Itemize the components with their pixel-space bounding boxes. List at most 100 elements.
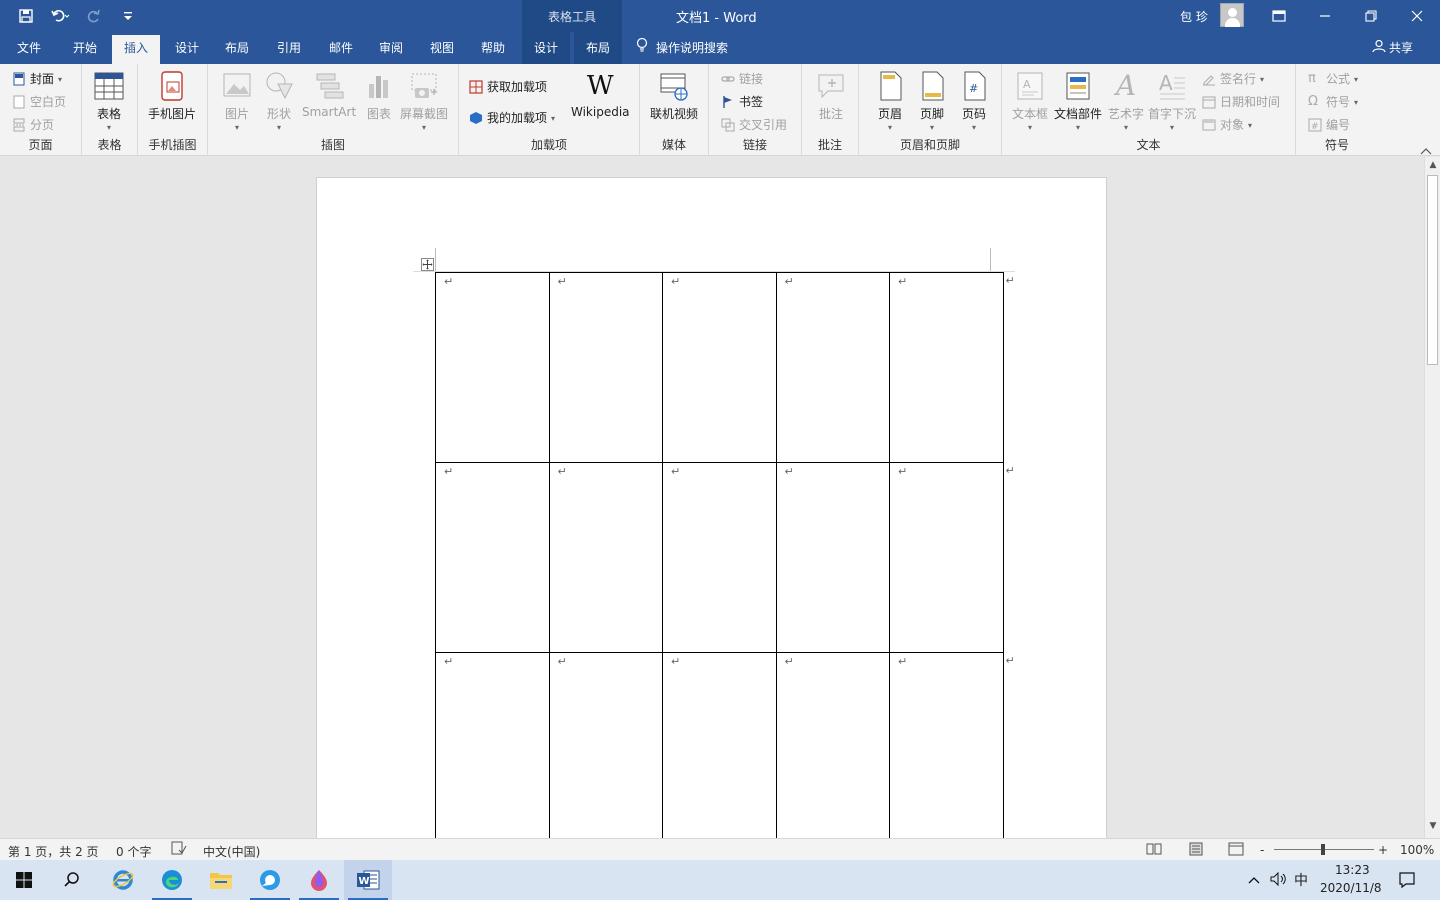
redo-icon[interactable]: [80, 4, 108, 28]
browser-app-button[interactable]: [246, 860, 294, 900]
cross-reference-button[interactable]: 交叉引用: [721, 116, 787, 133]
chart-button[interactable]: 图表: [364, 70, 394, 122]
tab-insert[interactable]: 插入: [112, 35, 160, 64]
number-button[interactable]: # 编号: [1308, 116, 1350, 133]
zoom-level[interactable]: 100%: [1400, 843, 1434, 857]
ie-browser-button[interactable]: [99, 860, 147, 900]
document-page[interactable]: ↵ ↵ ↵ ↵ ↵ ↵ ↵ ↵ ↵ ↵ ↵ ↵ ↵ ↵ ↵ ↵ ↵ ↵: [316, 177, 1107, 838]
equation-button[interactable]: π 公式 ▾: [1308, 70, 1358, 87]
table-cell[interactable]: ↵: [435, 462, 550, 653]
web-layout-icon[interactable]: [1228, 842, 1244, 859]
word-taskbar-button[interactable]: W: [344, 860, 392, 900]
picture-button[interactable]: 图片 ▾: [222, 70, 252, 132]
drop-cap-button[interactable]: A 首字下沉 ▾: [1148, 70, 1196, 132]
print-layout-icon[interactable]: [1188, 842, 1204, 859]
page-count[interactable]: 第 1 页，共 2 页: [8, 843, 99, 860]
new-comment-button[interactable]: 批注: [816, 70, 846, 122]
smartart-button[interactable]: SmartArt: [302, 70, 356, 119]
table-cell[interactable]: ↵: [889, 462, 1004, 653]
zoom-in-button[interactable]: +: [1378, 843, 1388, 857]
table-cell[interactable]: ↵: [548, 462, 663, 653]
symbol-button[interactable]: Ω 符号 ▾: [1308, 93, 1358, 110]
insert-table-button[interactable]: 表格 ▾: [94, 70, 124, 132]
table-cell[interactable]: ↵: [889, 272, 1004, 463]
table-cell[interactable]: ↵: [548, 652, 663, 838]
table-cell[interactable]: ↵: [889, 652, 1004, 838]
document-table[interactable]: ↵ ↵ ↵ ↵ ↵ ↵ ↵ ↵ ↵ ↵ ↵ ↵ ↵ ↵ ↵ ↵ ↵ ↵: [435, 272, 1015, 838]
table-cell[interactable]: ↵: [662, 272, 777, 463]
word-count[interactable]: 0 个字: [116, 843, 151, 860]
table-cell[interactable]: ↵: [662, 462, 777, 653]
bookmark-button[interactable]: 书签: [721, 93, 763, 110]
my-addins-button[interactable]: 我的加载项 ▾: [469, 109, 555, 126]
tab-home[interactable]: 开始: [62, 32, 108, 64]
wordart-button[interactable]: A 艺术字 ▾: [1108, 70, 1144, 133]
close-icon[interactable]: [1394, 0, 1440, 32]
header-button[interactable]: 页眉 ▾: [875, 70, 905, 132]
tab-review[interactable]: 审阅: [368, 32, 414, 64]
tab-references[interactable]: 引用: [266, 32, 312, 64]
text-box-button[interactable]: A 文本框 ▾: [1012, 70, 1048, 132]
taskbar-search-button[interactable]: [48, 860, 96, 900]
minimize-icon[interactable]: [1302, 0, 1348, 32]
tell-me-search[interactable]: 操作说明搜索: [636, 32, 728, 64]
file-explorer-button[interactable]: [197, 860, 245, 900]
screenshot-button[interactable]: 屏幕截图 ▾: [400, 70, 448, 132]
quick-parts-button[interactable]: 文档部件 ▾: [1054, 70, 1102, 132]
table-cell[interactable]: ↵: [662, 652, 777, 838]
user-name[interactable]: 包 珍: [1180, 8, 1208, 25]
read-mode-icon[interactable]: [1146, 842, 1162, 859]
volume-icon[interactable]: [1270, 871, 1288, 887]
table-cell[interactable]: ↵: [775, 462, 890, 653]
tab-view[interactable]: 视图: [419, 32, 465, 64]
footer-button[interactable]: 页脚 ▾: [917, 70, 947, 132]
color-app-button[interactable]: [295, 860, 343, 900]
document-canvas[interactable]: ↵ ↵ ↵ ↵ ↵ ↵ ↵ ↵ ↵ ↵ ↵ ↵ ↵ ↵ ↵ ↵ ↵ ↵: [0, 157, 1424, 838]
link-button[interactable]: 链接: [721, 70, 763, 87]
tab-table-layout[interactable]: 布局: [574, 32, 622, 64]
online-video-button[interactable]: 联机视频: [650, 70, 698, 122]
share-button[interactable]: 共享: [1372, 32, 1413, 64]
tab-help[interactable]: 帮助: [470, 32, 516, 64]
signature-line-button[interactable]: 签名行 ▾: [1202, 70, 1264, 87]
table-cell[interactable]: ↵: [775, 652, 890, 838]
collapse-ribbon-icon[interactable]: [1420, 144, 1434, 155]
date-time-button[interactable]: 日期和时间: [1202, 93, 1280, 110]
tab-design[interactable]: 设计: [164, 32, 210, 64]
tab-table-design[interactable]: 设计: [522, 32, 570, 64]
language-indicator[interactable]: 中文(中国): [203, 843, 260, 860]
save-icon[interactable]: [12, 4, 40, 28]
show-hidden-icons[interactable]: [1248, 873, 1262, 885]
scroll-up-icon[interactable]: ▲: [1425, 160, 1440, 174]
edge-browser-button[interactable]: [148, 860, 196, 900]
customize-qat-icon[interactable]: [114, 4, 142, 28]
object-button[interactable]: 对象 ▾: [1202, 116, 1252, 133]
page-number-button[interactable]: # 页码 ▾: [959, 70, 989, 132]
scrollbar-thumb[interactable]: [1427, 175, 1438, 365]
get-addins-button[interactable]: 获取加载项: [469, 78, 547, 95]
restore-icon[interactable]: [1348, 0, 1394, 32]
ime-indicator[interactable]: 中: [1294, 870, 1308, 890]
cover-page-button[interactable]: 封面 ▾: [12, 70, 62, 87]
table-cell[interactable]: ↵: [435, 272, 550, 463]
tab-mailings[interactable]: 邮件: [318, 32, 364, 64]
start-button[interactable]: [0, 860, 48, 900]
scroll-down-icon[interactable]: ▼: [1425, 821, 1440, 835]
zoom-out-button[interactable]: -: [1260, 843, 1264, 857]
table-move-handle[interactable]: [421, 258, 434, 271]
tab-layout[interactable]: 布局: [214, 32, 260, 64]
table-cell[interactable]: ↵: [548, 272, 663, 463]
table-cell[interactable]: ↵: [435, 652, 550, 838]
page-break-button[interactable]: 分页: [12, 116, 54, 133]
clock-time[interactable]: 13:23: [1335, 863, 1370, 877]
vertical-scrollbar[interactable]: ▲ ▼: [1424, 157, 1440, 838]
wikipedia-button[interactable]: W Wikipedia: [571, 70, 630, 119]
notification-icon[interactable]: [1398, 871, 1416, 889]
undo-icon[interactable]: [46, 4, 74, 28]
blank-page-button[interactable]: 空白页: [12, 93, 66, 110]
shapes-button[interactable]: 形状 ▾: [264, 70, 294, 132]
table-cell[interactable]: ↵: [775, 272, 890, 463]
clock-date[interactable]: 2020/11/8: [1320, 881, 1382, 895]
avatar[interactable]: [1220, 3, 1244, 27]
proofing-icon[interactable]: [171, 841, 187, 858]
